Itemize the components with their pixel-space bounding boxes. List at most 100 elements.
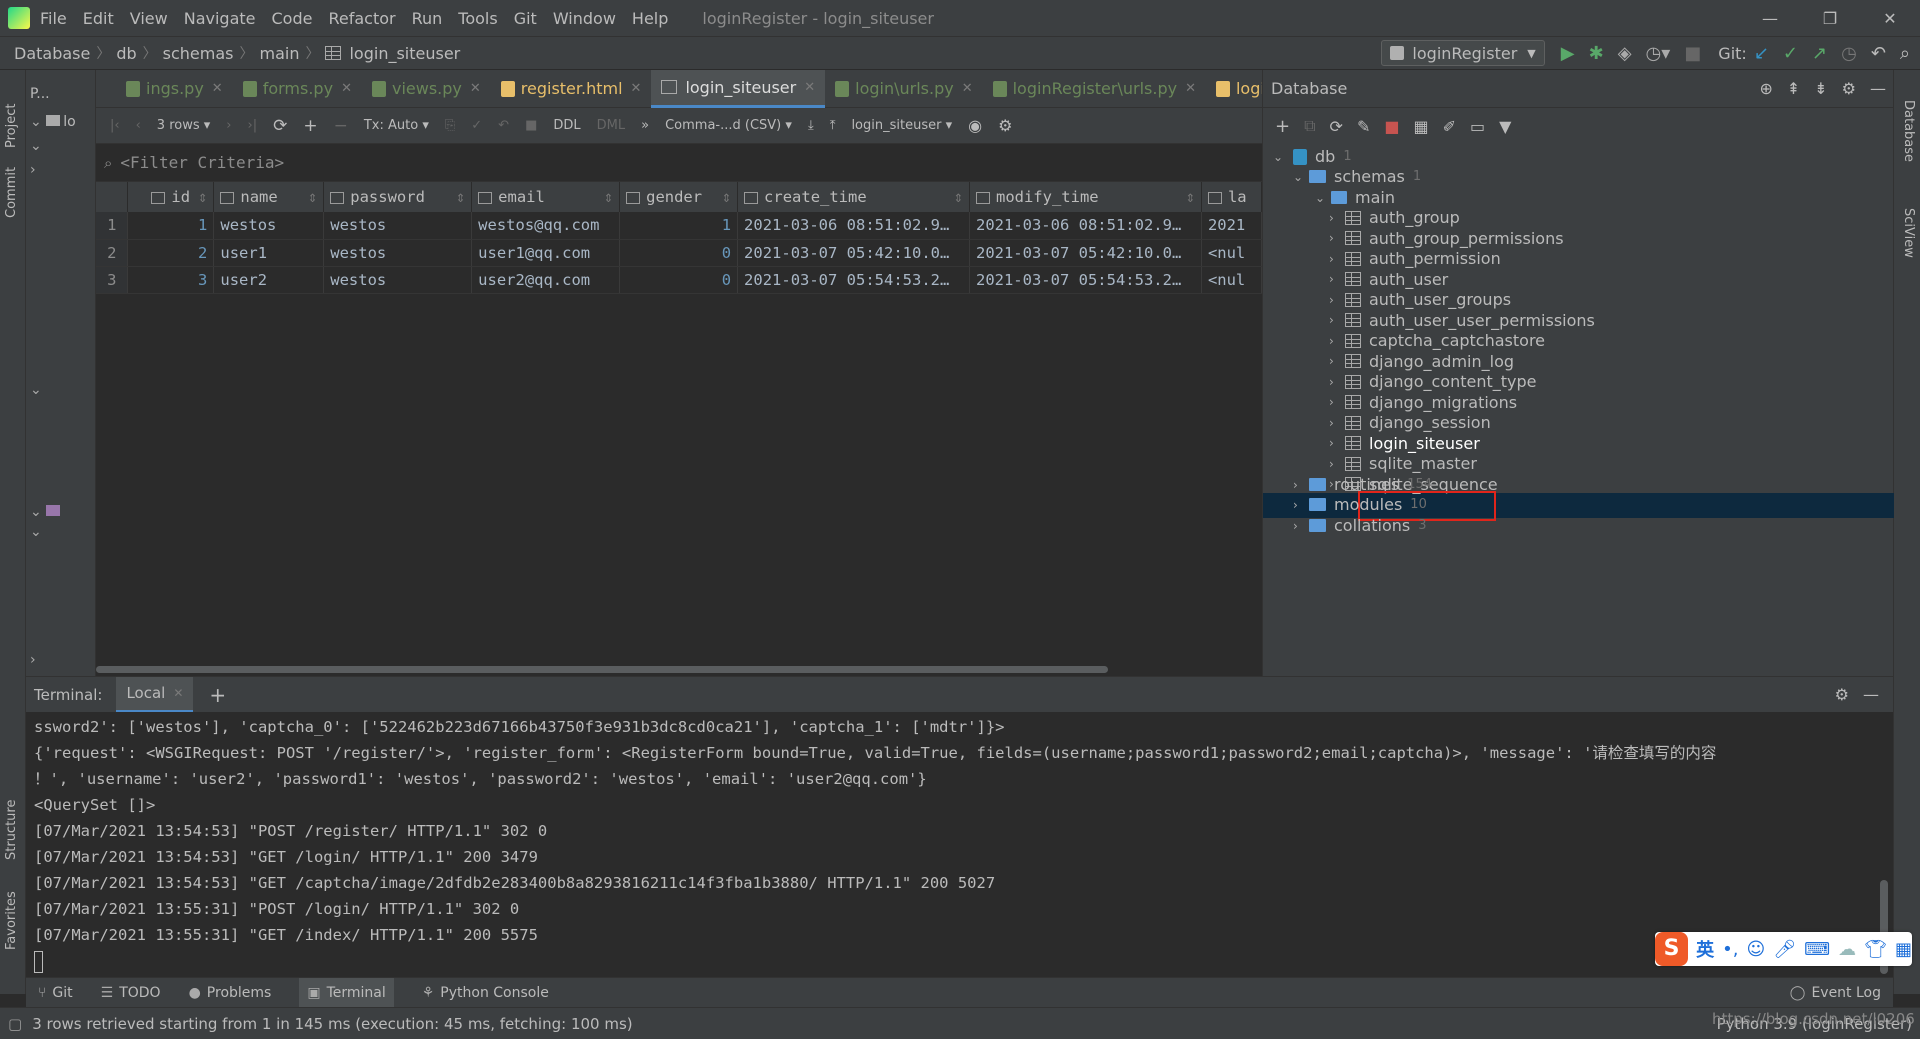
project-pane-title[interactable]: P... <box>30 86 50 102</box>
revert-icon[interactable]: ↶ <box>498 118 509 133</box>
menu-help[interactable]: Help <box>632 9 668 28</box>
cell-la[interactable]: 2021 <box>1201 212 1263 240</box>
menu-tools[interactable]: Tools <box>458 9 497 28</box>
cell-gender[interactable]: 1 <box>619 212 739 240</box>
cell-modify-time[interactable]: 2021-03-07 05:54:53.2… <box>969 266 1202 294</box>
structure-tool-tab[interactable]: Structure <box>4 800 19 860</box>
column-header-email[interactable]: email ⇕ <box>471 182 621 212</box>
chevron-right-icon[interactable]: › <box>1329 231 1345 245</box>
close-icon[interactable]: ✕ <box>631 81 642 96</box>
breadcrumb-db[interactable]: db <box>116 44 136 63</box>
menu-git[interactable]: Git <box>514 9 537 28</box>
microphone-icon[interactable]: 🎤︎ <box>1773 939 1796 960</box>
minimize-button[interactable]: — <box>1740 9 1800 28</box>
cell-email[interactable]: westos@qq.com <box>471 212 621 240</box>
chevron-right-icon[interactable]: › <box>1329 395 1345 409</box>
view-icon[interactable]: ◉ <box>968 116 982 135</box>
cell-la[interactable]: <nul <box>1201 266 1263 294</box>
column-header-password[interactable]: password ⇕ <box>323 182 473 212</box>
chevron-right-icon[interactable]: › <box>1329 375 1345 389</box>
menu-navigate[interactable]: Navigate <box>184 9 256 28</box>
cell-id[interactable]: 3 <box>127 266 215 294</box>
debug-icon[interactable]: ✱ <box>1589 43 1604 64</box>
rows-selector[interactable]: 3 rows ▾ <box>157 118 211 133</box>
cell-id[interactable]: 1 <box>127 212 215 240</box>
rollback-icon[interactable]: ↶ <box>1871 43 1886 64</box>
cell-password[interactable]: westos <box>323 212 473 240</box>
prev-page-icon[interactable]: ‹ <box>136 118 141 133</box>
cell-modify-time[interactable]: 2021-03-06 08:51:02.9… <box>969 212 1202 240</box>
event-log-tool-tab[interactable]: ◯ Event Log <box>1790 985 1881 1001</box>
layout-icon[interactable]: ▢ <box>8 1015 22 1033</box>
row-number[interactable]: 2 <box>96 239 129 267</box>
search-icon[interactable]: ⌕ <box>1900 43 1910 64</box>
close-icon[interactable]: ✕ <box>962 81 973 96</box>
stop-icon[interactable]: ■ <box>1384 117 1399 136</box>
tree-expander[interactable]: ⌄ <box>30 524 42 540</box>
terminal-tool-tab[interactable]: ▣ Terminal <box>299 977 394 1008</box>
cell-modify-time[interactable]: 2021-03-07 05:42:10.0… <box>969 239 1202 267</box>
last-page-icon[interactable]: ›| <box>248 118 258 133</box>
chevron-right-icon[interactable]: › <box>1329 211 1345 225</box>
close-icon[interactable]: ✕ <box>470 81 481 96</box>
terminal-tab-local[interactable]: Local ✕ <box>116 676 194 713</box>
new-terminal-icon[interactable]: + <box>209 683 226 707</box>
close-icon[interactable]: ✕ <box>341 81 352 96</box>
cell-create-time[interactable]: 2021-03-06 08:51:02.9… <box>737 212 970 240</box>
table-row[interactable]: 3 3 user2 westos user2@qq.com 0 2021-03-07 05:… <box>96 266 1263 294</box>
close-icon[interactable]: ✕ <box>804 80 815 95</box>
cell-email[interactable]: user2@qq.com <box>471 266 621 294</box>
filter-input[interactable]: <Filter Criteria> <box>120 153 284 172</box>
terminal-prompt[interactable] <box>34 948 1885 974</box>
close-icon[interactable]: ✕ <box>1185 81 1196 96</box>
breadcrumb-schemas[interactable]: schemas <box>163 44 234 63</box>
keyboard-icon[interactable]: ⌨ <box>1804 939 1830 960</box>
ime-language[interactable]: 英 <box>1696 936 1714 962</box>
next-page-icon[interactable]: › <box>226 118 231 133</box>
cell-la[interactable]: <nul <box>1201 239 1263 267</box>
tree-node-collations[interactable]: › collations 3 <box>1293 513 1427 538</box>
git-tool-tab[interactable]: ⑂ Git <box>38 985 73 1001</box>
cancel-icon[interactable]: ■ <box>525 118 537 133</box>
filter-icon[interactable]: ▼ <box>1499 117 1511 136</box>
collapse-all-icon[interactable]: ⇟ <box>1814 79 1827 98</box>
editor-tab[interactable]: login_siteuser ✕ <box>651 69 826 108</box>
tree-expander[interactable]: ⌄ <box>30 382 42 398</box>
chevron-right-icon[interactable]: › <box>1329 436 1345 450</box>
close-window-button[interactable]: ✕ <box>1860 9 1920 28</box>
breadcrumb-main[interactable]: main <box>260 44 300 63</box>
menu-edit[interactable]: Edit <box>83 9 114 28</box>
gear-icon[interactable]: ⚙ <box>1842 79 1856 98</box>
table-row[interactable]: 2 2 user1 westos user1@qq.com 0 2021-03-07 05:… <box>96 239 1263 267</box>
menu-window[interactable]: Window <box>553 9 616 28</box>
git-history-icon[interactable]: ◷ <box>1841 43 1857 64</box>
close-icon[interactable]: ✕ <box>212 81 223 96</box>
ddl-button[interactable]: DDL <box>553 118 580 133</box>
console-icon[interactable]: ▭ <box>1470 117 1485 136</box>
chevron-right-icon[interactable]: › <box>1329 354 1345 368</box>
hide-panel-icon[interactable]: — <box>1863 685 1879 704</box>
target-icon[interactable]: ⊕ <box>1759 79 1772 98</box>
menu-run[interactable]: Run <box>412 9 443 28</box>
table-selector[interactable]: login_siteuser ▾ <box>851 118 952 133</box>
editor-tab[interactable]: ings.py ✕ <box>116 70 233 108</box>
chevron-right-icon[interactable]: › <box>1329 457 1345 471</box>
row-number[interactable]: 3 <box>96 266 129 294</box>
tree-expander[interactable]: › <box>30 162 36 178</box>
menu-refactor[interactable]: Refactor <box>328 9 395 28</box>
export-icon[interactable]: ⤓ <box>808 118 814 133</box>
hide-panel-icon[interactable]: — <box>1870 79 1886 98</box>
project-root[interactable]: ⌄ lo <box>30 114 76 130</box>
column-header-name[interactable]: name ⇕ <box>213 182 325 212</box>
todo-tool-tab[interactable]: ☰ TODO <box>101 985 161 1001</box>
git-commit-icon[interactable]: ✓ <box>1783 43 1798 64</box>
chevron-right-icon[interactable]: › <box>1329 416 1345 430</box>
chevron-right-icon[interactable]: › <box>1329 313 1345 327</box>
editor-tab[interactable]: register.html ✕ <box>491 70 652 108</box>
cell-create-time[interactable]: 2021-03-07 05:42:10.0… <box>737 239 970 267</box>
git-update-icon[interactable]: ↙ <box>1754 43 1769 64</box>
properties-icon[interactable]: ✎ <box>1357 117 1370 136</box>
refresh-icon[interactable]: ⟳ <box>1330 117 1343 136</box>
skin-icon[interactable]: 👕︎ <box>1864 939 1887 960</box>
scrollbar-thumb[interactable] <box>96 666 1108 673</box>
